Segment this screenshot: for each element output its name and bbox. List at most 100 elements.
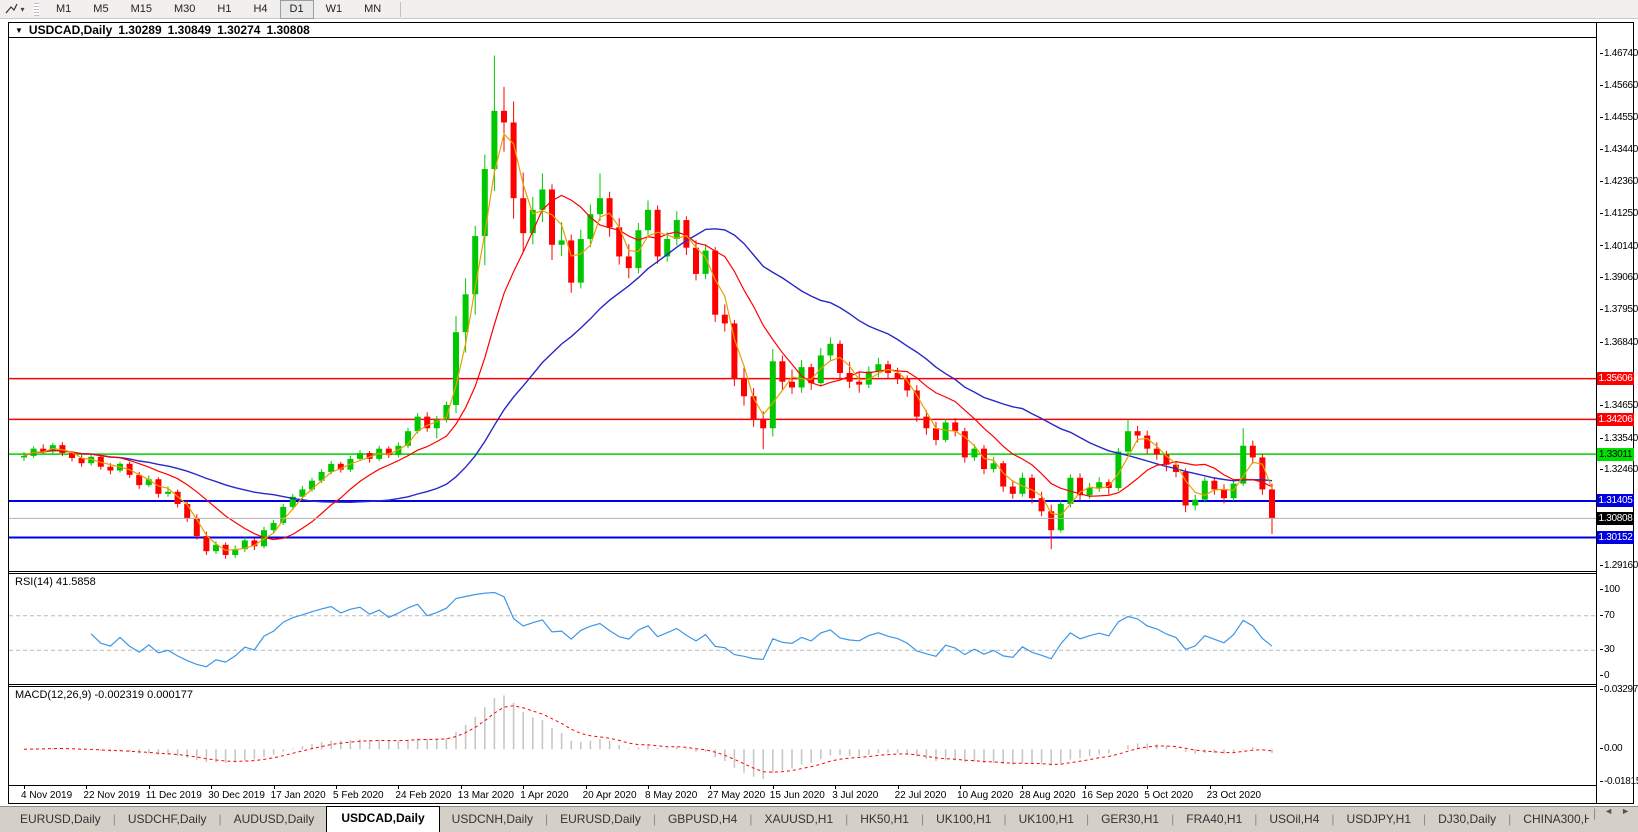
macd-panel[interactable] (9, 687, 1596, 785)
date-axis[interactable]: 4 Nov 2019 22 Nov 2019 11 Dec 2019 30 Dec 2… (9, 786, 1596, 803)
chart-tab-ger30-h1[interactable]: GER30,H1 (1089, 808, 1171, 832)
toolbar-separator (400, 1, 402, 17)
chart-tab-usdjpy-h1[interactable]: USDJPY,H1 (1335, 808, 1423, 832)
macd-label: MACD(12,26,9) -0.002319 0.000177 (15, 689, 193, 701)
date-tick (211, 786, 213, 789)
date-label: 22 Jul 2020 (894, 790, 947, 801)
price-tick-label: 1.36840 (1597, 337, 1638, 349)
chart-tab-usoil-h4[interactable]: USOil,H4 (1257, 808, 1331, 832)
date-tick (1147, 786, 1149, 789)
date-tick (960, 786, 961, 789)
support-resistance-lines[interactable] (9, 377, 1596, 539)
date-label: 30 Dec 2019 (208, 790, 265, 801)
macd-histogram (32, 695, 1273, 779)
date-label: 4 Nov 2019 (21, 790, 73, 801)
price-tick-label: 1.40140 (1597, 241, 1638, 253)
macd-signal-line (23, 705, 1273, 773)
main-price-chart[interactable] (9, 38, 1596, 571)
rsi-tick-label: 0 (1597, 670, 1634, 682)
date-label: 27 May 2020 (707, 790, 766, 801)
chart-tab-audusd-daily[interactable]: AUDUSD,Daily (222, 808, 327, 832)
date-tick (648, 786, 649, 789)
date-label: 5 Oct 2020 (1144, 790, 1194, 801)
date-tick (148, 786, 150, 789)
dropdown-caret-icon: ▾ (20, 4, 25, 14)
price-tick-label: 1.34650 (1597, 400, 1638, 412)
price-tick-label: 1.44550 (1597, 112, 1638, 124)
tab-scroll-buttons: | ◄ ► (1589, 806, 1638, 832)
timeframe-button-w1[interactable]: W1 (316, 0, 353, 19)
date-label: 20 Apr 2020 (582, 790, 637, 801)
chart-tab-fra40-h1[interactable]: FRA40,H1 (1174, 808, 1254, 832)
date-tick (460, 786, 462, 789)
date-tick (398, 786, 400, 789)
chart-tab-uk100-h1[interactable]: UK100,H1 (924, 808, 1003, 832)
line-studies-icon (5, 3, 19, 15)
date-tick (710, 786, 712, 789)
date-label: 28 Aug 2020 (1019, 790, 1076, 801)
date-label: 17 Jan 2020 (270, 790, 326, 801)
price-axis[interactable]: 1.46740 1.45660 1.44550 1.43440 1.42360 1.412… (1596, 23, 1638, 803)
tab-scroll-right-icon[interactable]: ► (1621, 806, 1630, 826)
timeframe-button-m15[interactable]: M15 (121, 0, 162, 19)
date-tick (86, 786, 88, 789)
price-level-badge: 1.31405 (1597, 494, 1634, 508)
price-tick-label: 1.39060 (1597, 272, 1638, 284)
timeframe-button-d1[interactable]: D1 (279, 0, 314, 19)
date-label: 3 Jul 2020 (832, 790, 879, 801)
quote-high: 1.30849 (167, 23, 212, 37)
chart-tab-bar: EURUSD,Daily | USDCHF,Daily | AUDUSD,Daily US… (0, 806, 1638, 832)
timeframe-button-mn[interactable]: MN (354, 0, 391, 19)
date-label: 5 Feb 2020 (333, 790, 384, 801)
line-studies-button[interactable]: ▾ (0, 1, 30, 18)
date-tick (1084, 786, 1086, 789)
chart-symbol-title: USDCAD,Daily (28, 23, 113, 37)
timeframe-button-h4[interactable]: H4 (243, 0, 277, 19)
chart-tab-eurusd-daily[interactable]: EURUSD,Daily (8, 808, 113, 832)
macd-tick-label: -0.018154 (1597, 776, 1638, 788)
moving-averages-layer (23, 132, 1273, 551)
price-level-badge: 1.33011 (1597, 447, 1634, 461)
date-tick (835, 786, 837, 789)
price-tick-label: 1.45660 (1597, 80, 1638, 92)
chart-tab-hk50-h1[interactable]: HK50,H1 (848, 808, 921, 832)
panel-divider (9, 684, 1596, 685)
toolbar-grip[interactable] (34, 2, 39, 16)
date-tick (24, 786, 25, 789)
timeframe-button-h1[interactable]: H1 (207, 0, 241, 19)
chart-tab-gbpusd-h4[interactable]: GBPUSD,H4 (656, 808, 749, 832)
timeframe-button-m5[interactable]: M5 (83, 0, 118, 19)
date-tick (772, 786, 774, 789)
chart-tab-xauusd-h1[interactable]: XAUUSD,H1 (752, 808, 845, 832)
rsi-line (90, 591, 1273, 668)
macd-tick-label: 0.00 (1597, 743, 1634, 755)
date-tick (523, 786, 525, 789)
tab-separator: | (1593, 806, 1597, 820)
timeframe-button-m30[interactable]: M30 (164, 0, 205, 19)
chart-tab-usdchf-daily[interactable]: USDCHF,Daily (116, 808, 219, 832)
price-tick-label: 1.43440 (1597, 144, 1638, 156)
price-tick-label: 1.37950 (1597, 304, 1638, 316)
date-label: 22 Nov 2019 (83, 790, 141, 801)
date-tick (1209, 786, 1211, 789)
collapse-triangle-icon[interactable]: ▼ (15, 26, 23, 35)
chart-tab-usdcnh-daily[interactable]: USDCNH,Daily (440, 808, 545, 832)
price-level-badge: 1.35606 (1597, 372, 1634, 386)
quote-close: 1.30808 (266, 23, 310, 37)
price-tick-label: 1.32460 (1597, 464, 1638, 476)
top-toolbar: ▾ M1 M5 M15 M30 H1 H4 D1 W1 MN (0, 0, 1638, 19)
chart-tab-uk100-h1[interactable]: UK100,H1 (1007, 808, 1086, 832)
chart-tab-china300-h1[interactable]: CHINA300,H1 (1511, 808, 1589, 832)
current-price-badge: 1.30808 (1597, 511, 1634, 525)
chart-tab-dj30-daily[interactable]: DJ30,Daily (1426, 808, 1508, 832)
timeframe-button-m1[interactable]: M1 (46, 0, 81, 19)
rsi-panel[interactable] (9, 574, 1596, 684)
chart-tab-eurusd-daily[interactable]: EURUSD,Daily (548, 808, 653, 832)
chart-tab-usdcad-daily[interactable]: USDCAD,Daily (326, 806, 440, 832)
rsi-tick-label: 100 (1597, 584, 1634, 596)
rsi-tick-label: 30 (1597, 644, 1634, 656)
date-tick (1022, 786, 1024, 789)
macd-values: -0.002319 0.000177 (94, 689, 193, 701)
price-level-badge: 1.30152 (1597, 530, 1634, 544)
tab-scroll-left-icon[interactable]: ◄ (1604, 806, 1613, 826)
